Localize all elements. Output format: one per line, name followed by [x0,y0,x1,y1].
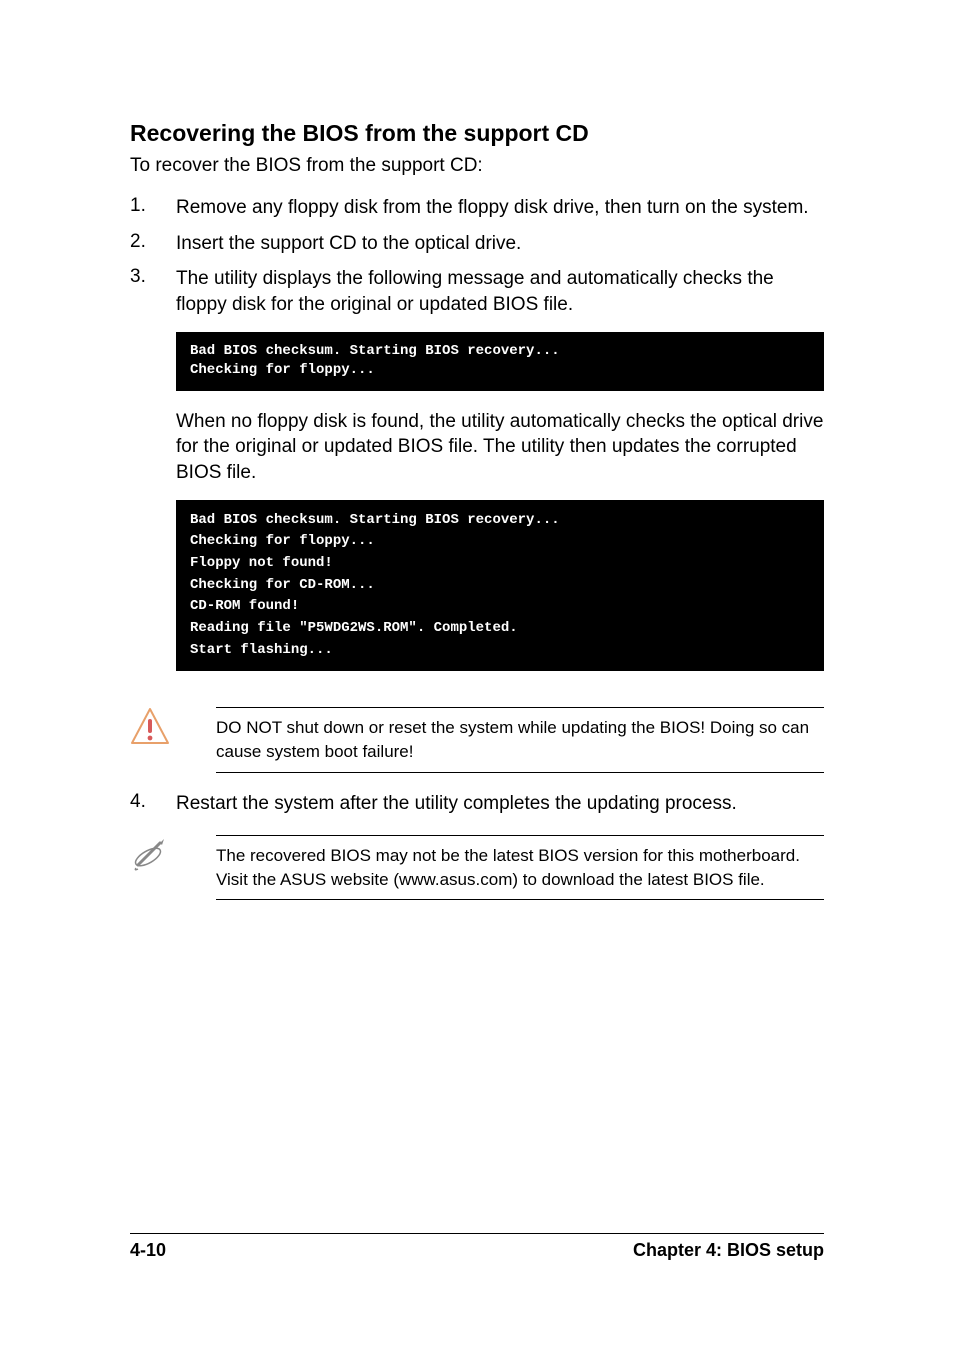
chapter-label: Chapter 4: BIOS setup [633,1240,824,1261]
note-callout: The recovered BIOS may not be the latest… [130,835,824,901]
page-number: 4-10 [130,1240,166,1261]
note-text: The recovered BIOS may not be the latest… [216,835,824,901]
page-content: Recovering the BIOS from the support CD … [0,0,954,900]
step-text: Remove any floppy disk from the floppy d… [176,195,824,221]
page-footer: 4-10 Chapter 4: BIOS setup [130,1233,824,1261]
step-continuation-text: When no floppy disk is found, the utilit… [176,409,824,486]
step-number: 1. [130,195,176,221]
step-text: Restart the system after the utility com… [176,791,824,817]
step-4: 4. Restart the system after the utility … [130,791,824,817]
warning-text: DO NOT shut down or reset the system whi… [216,707,824,773]
section-heading: Recovering the BIOS from the support CD [130,120,824,147]
step-number: 2. [130,231,176,257]
step-text: Insert the support CD to the optical dri… [176,231,824,257]
intro-text: To recover the BIOS from the support CD: [130,155,824,177]
warning-icon [130,707,216,752]
step-number: 3. [130,266,176,689]
step-text: The utility displays the following messa… [176,266,824,317]
steps-list: 1. Remove any floppy disk from the flopp… [130,195,824,689]
terminal-output-2: Bad BIOS checksum. Starting BIOS recover… [176,500,824,672]
steps-list-continued: 4. Restart the system after the utility … [130,791,824,817]
step-number: 4. [130,791,176,817]
step-3: 3. The utility displays the following me… [130,266,824,689]
note-icon [130,835,216,880]
step-body: The utility displays the following messa… [176,266,824,689]
warning-callout: DO NOT shut down or reset the system whi… [130,707,824,773]
step-2: 2. Insert the support CD to the optical … [130,231,824,257]
terminal-output-1: Bad BIOS checksum. Starting BIOS recover… [176,332,824,391]
step-1: 1. Remove any floppy disk from the flopp… [130,195,824,221]
